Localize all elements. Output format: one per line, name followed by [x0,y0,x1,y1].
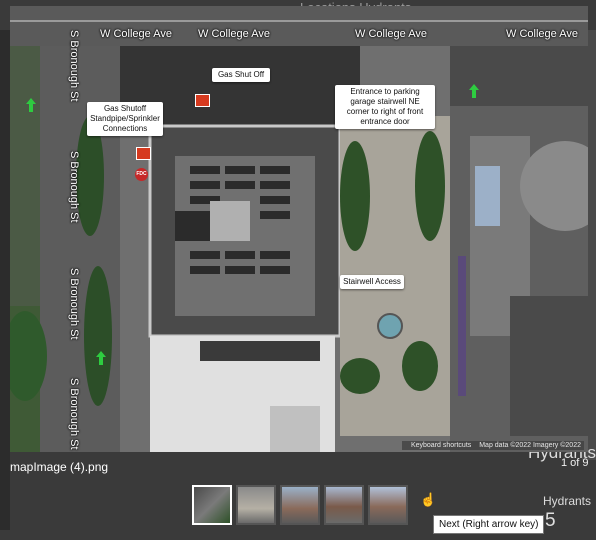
callout-gas-shutoff-standpipe: Gas Shutoff Standpipe/Sprinkler Connecti… [87,102,163,136]
callout-gas-shutoff: Gas Shut Off [212,68,270,82]
standpipe-marker[interactable] [136,147,151,160]
map-data-credit: Map data ©2022 Imagery ©2022 [479,442,581,449]
map-attribution: Keyboard shortcuts Map data ©2022 Imager… [401,441,584,450]
gas-shutoff-marker[interactable] [195,94,210,107]
thumbnail-3[interactable] [280,485,320,525]
thumbnail-2[interactable] [236,485,276,525]
thumbnail-1[interactable] [192,485,232,525]
hydrant-marker-icon[interactable] [96,351,106,365]
next-tooltip: Next (Right arrow key) [433,515,545,534]
hydrant-marker-icon[interactable] [469,84,479,98]
image-filename: mapImage (4).png [10,460,109,474]
background-hydrants-label: Hydrants [543,494,592,508]
thumbnail-strip [192,485,408,525]
street-label-bronough-3: S Bronough St [68,268,80,340]
background-left-strip [0,30,10,530]
callout-stairwell-access: Stairwell Access [340,275,404,289]
hand-cursor-icon: ☝ [420,492,437,507]
street-label-bronough-1: S Bronough St [68,30,80,102]
callout-garage-entrance: Entrance to parking garage stairwell NE … [335,85,435,129]
street-label-college-2: W College Ave [198,28,270,40]
thumbnail-4[interactable] [324,485,364,525]
thumbnail-5[interactable] [368,485,408,525]
street-label-college-4: W College Ave [506,28,578,40]
street-label-college-3: W College Ave [355,28,427,40]
keyboard-shortcuts-link[interactable]: Keyboard shortcuts [411,442,471,449]
hydrant-marker-icon[interactable] [26,98,36,112]
fdc-marker[interactable]: FDC [135,168,148,181]
street-label-bronough-4: S Bronough St [68,378,80,450]
street-label-college-1: W College Ave [100,28,172,40]
satellite-imagery [10,6,588,452]
image-counter: 1 of 9 [561,457,589,469]
street-label-bronough-2: S Bronough St [68,151,80,223]
map-image[interactable]: W College Ave W College Ave W College Av… [10,6,588,452]
background-hydrants-value: 5 [545,510,556,531]
